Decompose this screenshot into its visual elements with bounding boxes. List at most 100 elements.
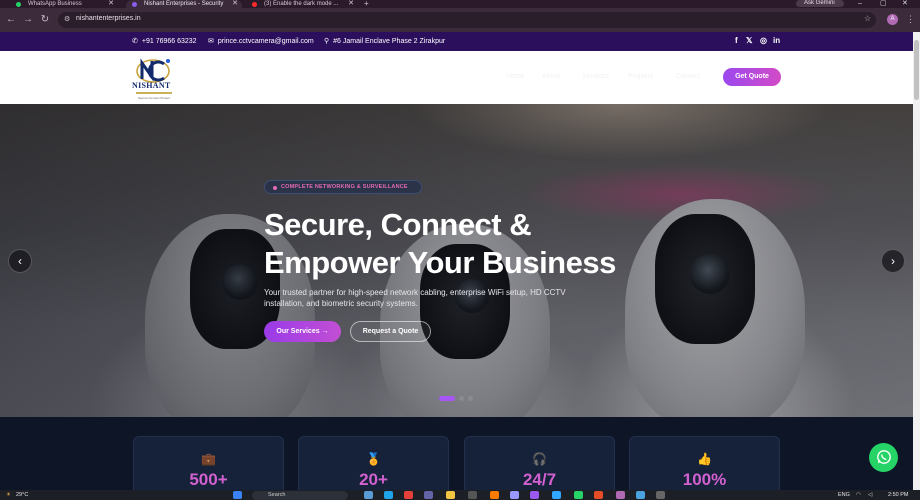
whatsapp-chat-button[interactable] [869, 443, 898, 472]
forward-icon[interactable]: → [22, 14, 34, 26]
stat-value: 20+ [359, 470, 388, 489]
url-text[interactable]: nishantenterprises.in [76, 15, 141, 22]
start-menu-icon[interactable] [233, 491, 242, 499]
hero-title: Secure, Connect & Empower Your Business [264, 206, 616, 282]
nav-about[interactable]: About [542, 73, 560, 80]
topbar-address: ⚲ #6 Jamail Enclave Phase 2 Zirakpur [324, 37, 445, 45]
stat-value: 24/7 [522, 470, 557, 489]
request-quote-button[interactable]: Request a Quote [350, 321, 431, 342]
taskbar-app-icon[interactable] [404, 491, 413, 499]
hero-title-line2: Empower Your Business [264, 245, 616, 280]
hero-title-line1: Secure, Connect & [264, 207, 532, 242]
slider-next-button[interactable]: › [881, 249, 905, 273]
logo-tagline: Secure Connect Protect [138, 96, 170, 100]
back-icon[interactable]: ← [5, 14, 17, 26]
maximize-icon[interactable]: ▢ [880, 0, 887, 8]
topbar-email[interactable]: ✉ prince.cctvcamera@gmail.com [208, 37, 314, 45]
edge-icon[interactable] [384, 491, 393, 499]
browser-menu-icon[interactable]: ⋮ [906, 14, 915, 25]
language-indicator[interactable]: ENG [838, 491, 850, 499]
thumbs-up-icon: 👍 [697, 452, 712, 466]
chrome-profile-icon[interactable] [616, 491, 625, 499]
slider-dot-1[interactable] [439, 396, 455, 401]
new-tab-icon[interactable]: + [364, 0, 369, 8]
briefcase-icon: 💼 [201, 452, 216, 466]
slider-prev-button[interactable]: ‹ [8, 249, 32, 273]
whatsapp-icon [876, 450, 891, 464]
window-close-icon[interactable]: ✕ [902, 0, 908, 8]
close-icon[interactable]: ✕ [232, 0, 238, 8]
topbar-phone[interactable]: ✆ +91 76966 63232 [132, 37, 197, 45]
wifi-icon[interactable]: ◠ [856, 491, 861, 499]
site-logo[interactable] [130, 55, 180, 101]
chrome-icon[interactable] [594, 491, 603, 499]
tab-whatsapp[interactable]: WhatsApp Business ✕ [10, 0, 118, 8]
get-quote-button[interactable]: Get Quote [723, 68, 781, 86]
address-text: #6 Jamail Enclave Phase 2 Zirakpur [333, 38, 446, 45]
page-scrollbar[interactable] [913, 32, 920, 490]
stat-value: 100% [682, 470, 727, 489]
minimize-icon[interactable]: – [858, 0, 862, 8]
facebook-icon[interactable]: f [735, 36, 738, 45]
photoshop-icon[interactable] [552, 491, 561, 499]
phone-icon: ✆ [132, 38, 138, 45]
tab-title: Nishant Enterprises - Security [144, 1, 224, 7]
weather-temp[interactable]: 29°C [16, 491, 28, 499]
illustrator-icon[interactable] [490, 491, 499, 499]
search-placeholder: Search [268, 492, 286, 498]
bookmark-star-icon[interactable]: ☆ [864, 14, 871, 23]
address-bar[interactable] [58, 12, 876, 28]
ask-gemini-button[interactable]: Ask Gemini [796, 0, 844, 7]
nav-services[interactable]: Services [582, 73, 609, 80]
headset-icon: 🎧 [532, 452, 547, 466]
linkedin-icon[interactable]: in [773, 36, 780, 45]
volume-icon[interactable]: ◁ [868, 491, 872, 499]
site-info-icon[interactable]: ⚙ [64, 15, 70, 23]
premiere-icon[interactable] [530, 491, 539, 499]
hero-lead: Your trusted partner for high-speed netw… [264, 288, 566, 308]
taskbar-app-icon[interactable] [468, 491, 477, 499]
hero-badge: COMPLETE NETWORKING & SURVEILLANCE [264, 180, 422, 194]
windows-taskbar [0, 490, 920, 500]
tab-title: WhatsApp Business [28, 1, 82, 7]
whatsapp-taskbar-icon[interactable] [574, 491, 583, 499]
whatsapp-favicon-icon [16, 2, 21, 7]
taskbar-search[interactable]: Search [252, 491, 348, 500]
profile-avatar[interactable]: A [887, 14, 898, 25]
file-explorer-icon[interactable] [446, 491, 455, 499]
slider-dot-2[interactable] [459, 396, 464, 401]
phone-text: +91 76966 63232 [141, 38, 197, 45]
site-favicon-icon [132, 2, 137, 7]
slider-dot-3[interactable] [468, 396, 473, 401]
close-icon[interactable]: ✕ [348, 0, 354, 8]
nav-contact[interactable]: Contact [676, 73, 700, 80]
badge-text: COMPLETE NETWORKING & SURVEILLANCE [281, 184, 408, 190]
mail-icon: ✉ [208, 38, 214, 45]
award-icon: 🏅 [366, 452, 381, 466]
our-services-button[interactable]: Our Services → [264, 321, 341, 342]
taskbar-app-icon[interactable] [364, 491, 373, 499]
tab-youtube[interactable]: (3) Enable the dark mode ... ✕ [246, 0, 358, 8]
logo-text: NISHANT [132, 81, 171, 90]
nav-home[interactable]: Home [506, 73, 525, 80]
location-pin-icon: ⚲ [324, 38, 330, 45]
tab-title: (3) Enable the dark mode ... [264, 1, 339, 7]
clock-time[interactable]: 2:50 PM [888, 491, 908, 499]
media-player-icon[interactable] [656, 491, 665, 499]
logo-divider [136, 92, 172, 94]
scrollbar-thumb[interactable] [914, 40, 919, 100]
stat-value: 500+ [189, 470, 228, 489]
reload-icon[interactable]: ↻ [39, 14, 51, 26]
after-effects-icon[interactable] [510, 491, 519, 499]
close-icon[interactable]: ✕ [108, 0, 114, 8]
youtube-favicon-icon [252, 2, 257, 7]
badge-dot-icon [273, 186, 277, 190]
teams-icon[interactable] [424, 491, 433, 499]
weather-icon[interactable]: ☀ [6, 491, 11, 499]
twitter-icon[interactable]: 𝕏 [746, 36, 752, 45]
email-text: prince.cctvcamera@gmail.com [217, 38, 314, 45]
nav-projects[interactable]: Projects [628, 73, 653, 80]
instagram-icon[interactable]: ◎ [760, 36, 767, 45]
tab-nishant[interactable]: Nishant Enterprises - Security ✕ [126, 0, 242, 8]
taskbar-app-icon[interactable] [636, 491, 645, 499]
